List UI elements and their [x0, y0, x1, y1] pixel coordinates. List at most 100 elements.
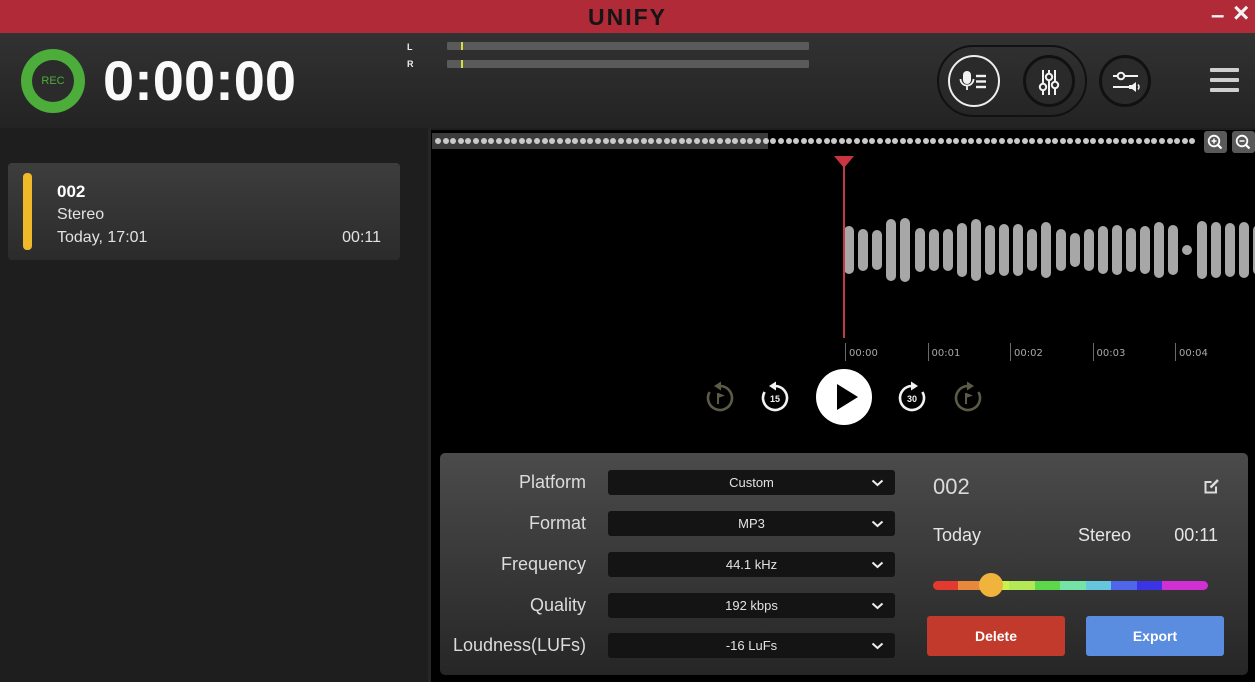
zoom-out-button[interactable] [1232, 131, 1255, 153]
overview-dot [922, 138, 929, 144]
overview-dot [1052, 138, 1059, 144]
playhead-line[interactable] [843, 160, 845, 338]
overview-dot [960, 138, 967, 144]
overview-dot [678, 138, 685, 144]
overview-dot [968, 138, 975, 144]
overview-dot [701, 138, 708, 144]
recording-name: 002 [57, 182, 86, 201]
overview-dot [1082, 138, 1089, 144]
quality-dropdown[interactable]: 192 kbps [608, 593, 895, 618]
waveform-bar [1126, 227, 1136, 273]
overview-dot [1113, 138, 1120, 144]
rewind-button[interactable]: 15 [757, 379, 793, 415]
overview-dot [663, 138, 670, 144]
title-bar: UNIFY – × [0, 0, 1255, 33]
overview-dot [739, 138, 746, 144]
recording-duration: 00:11 [342, 229, 381, 246]
quality-label: Quality [529, 595, 586, 615]
overview-dot [915, 138, 922, 144]
record-button[interactable]: REC [21, 49, 85, 113]
zoom-in-button[interactable] [1204, 131, 1227, 153]
overview-dot [579, 138, 586, 144]
overview-dot [480, 138, 487, 144]
color-slider-segment [1136, 581, 1163, 590]
next-marker-icon [954, 381, 982, 412]
waveform-bar [844, 226, 854, 274]
minimize-button[interactable]: – [1211, 3, 1224, 29]
frequency-dropdown[interactable]: 44.1 kHz [608, 552, 895, 577]
waveform-overview[interactable] [431, 133, 1197, 149]
mixer-button[interactable] [1023, 55, 1075, 107]
recordings-sidebar: 002 Stereo Today, 17:01 00:11 [0, 128, 431, 682]
forward-button[interactable]: 30 [894, 379, 930, 415]
overview-dot [884, 138, 891, 144]
color-slider-segment [1060, 581, 1086, 590]
overview-dot [800, 138, 807, 144]
overview-dot [785, 138, 792, 144]
waveform-bar [942, 228, 953, 272]
overview-dot [1143, 138, 1150, 144]
waveform-bar [1154, 221, 1165, 279]
waveform-bar [1041, 222, 1052, 278]
overview-dot [1136, 138, 1143, 144]
recording-channels-detail: Stereo [1078, 525, 1132, 545]
overview-dot [1036, 138, 1043, 144]
waveform-bar [900, 218, 911, 282]
level-meter-right-marker [461, 60, 464, 68]
export-button[interactable]: Export [1086, 616, 1224, 656]
close-button[interactable]: × [1233, 0, 1249, 27]
color-slider-segment [1009, 581, 1035, 590]
rename-button[interactable] [1203, 477, 1221, 495]
level-meter-right [447, 60, 809, 68]
next-marker-button[interactable] [950, 379, 986, 415]
recordings-view-button[interactable] [948, 55, 1000, 107]
loudness-label: Loudness(LUFs) [452, 635, 586, 655]
zoom-out-icon [1235, 134, 1251, 150]
platform-dropdown[interactable]: Custom [608, 470, 895, 495]
timeline-tick [927, 343, 929, 361]
waveform-bar [956, 223, 967, 277]
menu-button[interactable] [1210, 67, 1239, 93]
color-tag-slider[interactable] [933, 581, 1208, 590]
play-button[interactable] [816, 369, 872, 425]
format-dropdown[interactable]: MP3 [608, 511, 895, 536]
waveform-bar [858, 228, 869, 272]
overview-dot [435, 138, 441, 144]
waveform-bar [1097, 226, 1108, 274]
color-tag-slider-knob[interactable] [978, 573, 1003, 597]
timeline-label: 00:04 [1179, 348, 1208, 359]
color-slider-segment [1162, 581, 1208, 590]
overview-dot [640, 138, 647, 144]
mixer-icon [1038, 70, 1060, 95]
color-slider-segment [1034, 581, 1061, 590]
overview-dot [1189, 138, 1196, 144]
delete-button[interactable]: Delete [927, 616, 1065, 656]
waveform-bar [1069, 233, 1080, 267]
waveform-bar [999, 224, 1010, 276]
edit-icon [1204, 479, 1219, 494]
overview-dot [976, 138, 983, 144]
hamburger-icon [1210, 68, 1239, 72]
input-settings-button[interactable] [1099, 55, 1151, 107]
color-slider-segment [933, 581, 959, 590]
overview-dot [861, 138, 868, 144]
quality-value: 192 kbps [725, 598, 778, 613]
waveform-bar [914, 227, 925, 273]
timeline-label: 00:03 [1096, 348, 1126, 359]
loudness-dropdown[interactable]: -16 LuFs [608, 633, 895, 658]
timeline-tick [845, 343, 846, 361]
overview-dot [1181, 138, 1188, 144]
waveform-bar [872, 229, 883, 271]
overview-dot [1097, 138, 1104, 144]
recording-list-item[interactable]: 002 Stereo Today, 17:01 00:11 [8, 163, 400, 260]
previous-marker-button[interactable] [702, 379, 738, 415]
overview-dot [556, 138, 563, 144]
overview-dot [617, 138, 624, 144]
overview-dot [1006, 138, 1013, 144]
overview-dot [534, 138, 541, 144]
previous-marker-icon [706, 381, 734, 412]
waveform-bar [1013, 224, 1024, 276]
chevron-down-icon [871, 642, 884, 650]
chevron-down-icon [871, 520, 884, 528]
waveform-bar [1027, 228, 1038, 272]
